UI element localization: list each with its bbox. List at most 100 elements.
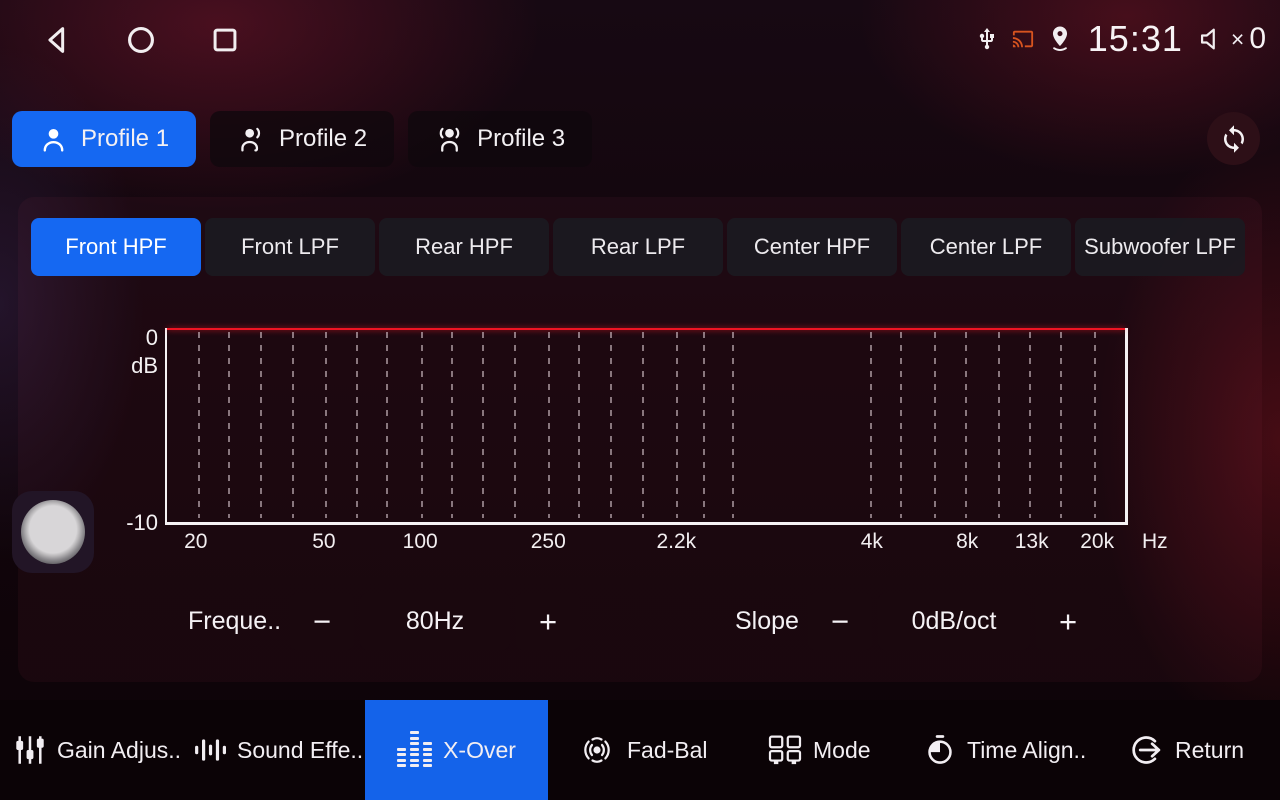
gridline — [732, 332, 734, 518]
gridline — [228, 332, 230, 518]
x-tick-label: 20 — [184, 530, 207, 554]
gridline — [325, 332, 327, 518]
profile-2-button[interactable]: Profile 2 — [210, 111, 394, 167]
y-axis-unit: dB — [96, 353, 158, 379]
gridline — [1029, 332, 1031, 518]
gridline — [934, 332, 936, 518]
response-curve — [167, 328, 1125, 330]
nav-label: Gain Adjus.. — [57, 737, 181, 764]
status-indicators: 15:31 × 0 — [975, 12, 1266, 66]
x-axis-unit: Hz — [1142, 530, 1168, 554]
x-tick-label: 8k — [956, 530, 978, 554]
nav-mode[interactable]: Mode — [768, 700, 871, 800]
profile-3-button[interactable]: Profile 3 — [408, 111, 592, 167]
slope-minus-button[interactable]: − — [808, 593, 872, 650]
home-button[interactable] — [122, 20, 160, 60]
x-tick-label: 250 — [531, 530, 566, 554]
fad-bal-icon — [578, 734, 616, 766]
tab-rear-lpf[interactable]: Rear LPF — [553, 218, 723, 276]
nav-fad-bal[interactable]: Fad-Bal — [578, 700, 708, 800]
filter-tab-row: Front HPF Front LPF Rear HPF Rear LPF Ce… — [31, 218, 1245, 276]
gridline — [965, 332, 967, 518]
x-tick-label: 13k — [1015, 530, 1049, 554]
gridline — [356, 332, 358, 518]
nav-label: Sound Effe.. — [237, 737, 363, 764]
gridline — [514, 332, 516, 518]
tab-center-hpf[interactable]: Center HPF — [727, 218, 897, 276]
nav-label: X-Over — [443, 737, 516, 764]
gridline — [1094, 332, 1096, 518]
clock: 15:31 — [1088, 18, 1183, 60]
gridline — [482, 332, 484, 518]
slope-label: Slope — [735, 607, 799, 636]
rotary-knob[interactable] — [12, 491, 94, 573]
gridline — [1060, 332, 1062, 518]
gridline — [386, 332, 388, 518]
sound-effects-icon — [194, 737, 226, 763]
frequency-plus-button[interactable]: + — [516, 593, 580, 650]
nav-sound-effects[interactable]: Sound Effe.. — [194, 700, 363, 800]
volume-muted-icon — [1198, 25, 1226, 53]
gridline — [703, 332, 705, 518]
android-nav-bar — [38, 18, 244, 62]
nav-label: Fad-Bal — [627, 737, 708, 764]
reset-button[interactable] — [1207, 112, 1260, 165]
volume-status: × 0 — [1198, 22, 1266, 56]
nav-x-over[interactable]: X-Over — [365, 700, 548, 800]
nav-return[interactable]: Return — [1130, 700, 1244, 800]
tab-rear-hpf[interactable]: Rear HPF — [379, 218, 549, 276]
gridline — [548, 332, 550, 518]
profile-1-button[interactable]: Profile 1 — [12, 111, 196, 167]
x-tick-label: 20k — [1080, 530, 1114, 554]
tab-front-hpf[interactable]: Front HPF — [31, 218, 201, 276]
slope-value: 0dB/oct — [878, 593, 1030, 650]
bottom-nav-bar: Gain Adjus.. Sound Effe.. X-Over Fad-Bal — [0, 700, 1280, 800]
volume-level: 0 — [1249, 22, 1266, 56]
gain-adjust-icon — [14, 734, 46, 766]
frequency-minus-button[interactable]: − — [290, 593, 354, 650]
knob-icon — [21, 500, 85, 564]
mode-icon — [768, 735, 802, 765]
person-surround-icon — [435, 125, 464, 154]
nav-time-align[interactable]: Time Align.. — [924, 700, 1086, 800]
tab-front-lpf[interactable]: Front LPF — [205, 218, 375, 276]
back-button[interactable] — [38, 20, 76, 60]
frequency-value: 80Hz — [360, 593, 510, 650]
tab-subwoofer-lpf[interactable]: Subwoofer LPF — [1075, 218, 1245, 276]
profile-row: Profile 1 Profile 2 Profile 3 — [12, 111, 592, 167]
gridline — [900, 332, 902, 518]
gridline — [676, 332, 678, 518]
gridline — [421, 332, 423, 518]
profile-label: Profile 3 — [477, 125, 565, 153]
profile-label: Profile 1 — [81, 125, 169, 153]
gridline — [260, 332, 262, 518]
frequency-label: Freque.. — [188, 607, 281, 636]
time-align-icon — [924, 734, 956, 766]
plot-area — [165, 328, 1128, 525]
nav-label: Return — [1175, 737, 1244, 764]
x-over-icon — [397, 733, 432, 767]
x-tick-label: 2.2k — [656, 530, 696, 554]
volume-mute-symbol: × — [1231, 26, 1244, 53]
y-tick-0: 0 — [96, 325, 158, 351]
nav-label: Time Align.. — [967, 737, 1086, 764]
location-icon — [1047, 24, 1073, 54]
person-icon — [39, 125, 68, 154]
gridline — [870, 332, 872, 518]
nav-gain-adjust[interactable]: Gain Adjus.. — [14, 700, 181, 800]
gridline — [998, 332, 1000, 518]
x-axis-ticks: 20501002502.2k4k8k13k20k — [165, 530, 1128, 558]
person-speaking-icon — [237, 125, 266, 154]
tab-center-lpf[interactable]: Center LPF — [901, 218, 1071, 276]
return-icon — [1130, 734, 1164, 766]
usb-icon — [975, 24, 999, 54]
nav-label: Mode — [813, 737, 871, 764]
recents-button[interactable] — [206, 20, 244, 60]
cast-icon — [1010, 28, 1036, 50]
gridline — [451, 332, 453, 518]
gridline — [642, 332, 644, 518]
profile-label: Profile 2 — [279, 125, 367, 153]
slope-plus-button[interactable]: + — [1036, 593, 1100, 650]
y-tick-neg10: -10 — [96, 510, 158, 536]
x-tick-label: 100 — [403, 530, 438, 554]
